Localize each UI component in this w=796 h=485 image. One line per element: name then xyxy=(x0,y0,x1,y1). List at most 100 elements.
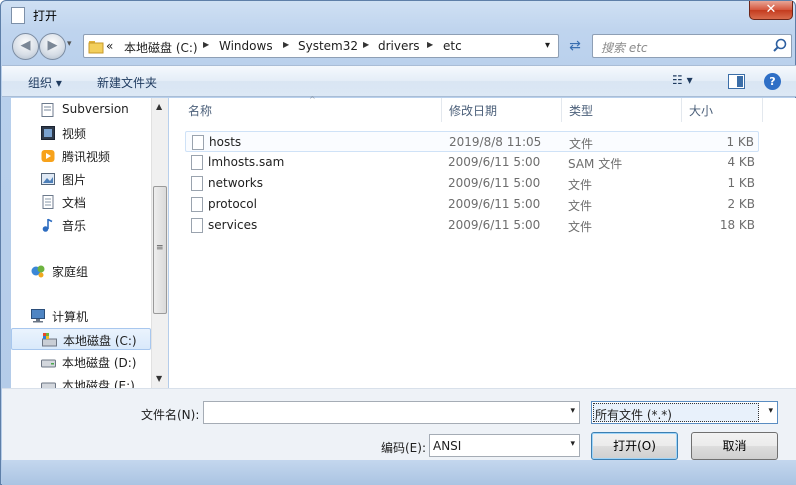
table-row[interactable]: protocol 2009/6/11 5:00 文件 2 KB xyxy=(185,194,759,215)
sidebar-item-documents[interactable]: 文档 xyxy=(11,191,151,213)
folder-icon xyxy=(88,41,104,54)
breadcrumb-drive-c[interactable]: 本地磁盘 (C:) xyxy=(124,39,198,56)
file-type: 文件 xyxy=(568,220,593,234)
sidebar-item-video[interactable]: 视频 xyxy=(11,122,151,144)
file-name: protocol xyxy=(208,197,257,211)
sidebar-item-label: 本地磁盘 (C:) xyxy=(63,334,137,348)
file-type: 文件 xyxy=(568,199,593,213)
encoding-select[interactable]: ANSI ▾ xyxy=(429,434,580,457)
sidebar-item-subversion[interactable]: Subversion xyxy=(11,99,151,121)
column-divider[interactable] xyxy=(762,98,763,122)
navigation-pane-scrollbar[interactable]: ▲ ≡ ▼ xyxy=(151,98,168,388)
file-size: 2 KB xyxy=(727,197,755,211)
back-button[interactable]: ◀ xyxy=(12,33,39,60)
filename-input[interactable]: ▾ xyxy=(203,401,580,424)
file-modified: 2009/6/11 5:00 xyxy=(448,197,541,211)
file-size: 18 KB xyxy=(719,218,755,232)
sidebar-item-drive-c[interactable]: 本地磁盘 (C:) xyxy=(11,328,151,350)
search-box[interactable]: 搜索 etc xyxy=(592,34,792,58)
breadcrumb-drivers[interactable]: drivers xyxy=(378,39,420,53)
encoding-dropdown-arrow[interactable]: ▾ xyxy=(570,439,575,449)
chevron-right-icon[interactable]: ▶ xyxy=(203,40,209,49)
table-row[interactable]: lmhosts.sam 2009/6/11 5:00 SAM 文件 4 KB xyxy=(185,152,759,173)
file-type: 文件 xyxy=(569,137,594,151)
sidebar-item-label: 家庭组 xyxy=(52,265,89,279)
sidebar-item-pictures[interactable]: 图片 xyxy=(11,168,151,190)
sort-ascending-icon: ^ xyxy=(309,95,316,104)
file-modified: 2009/6/11 5:00 xyxy=(448,218,541,232)
sidebar-item-music[interactable]: 音乐 xyxy=(11,214,151,236)
chevron-right-icon[interactable]: ▶ xyxy=(363,40,369,49)
sidebar-item-homegroup[interactable]: 家庭组 xyxy=(11,260,151,282)
sidebar-item-label: 计算机 xyxy=(52,310,89,324)
preview-pane-icon[interactable] xyxy=(728,74,745,89)
file-icon xyxy=(191,155,203,170)
search-placeholder[interactable]: 搜索 etc xyxy=(601,39,648,56)
file-name: networks xyxy=(208,176,263,190)
file-size: 4 KB xyxy=(727,155,755,169)
sidebar-item-label: 文档 xyxy=(62,196,87,210)
file-size: 1 KB xyxy=(727,176,755,190)
column-header-modified[interactable]: 修改日期 xyxy=(449,102,497,119)
filename-label: 文件名(N): xyxy=(141,408,200,422)
column-header-size[interactable]: 大小 xyxy=(689,102,713,119)
file-modified: 2019/8/8 11:05 xyxy=(449,135,542,149)
subversion-icon xyxy=(41,103,54,117)
tencent-video-icon xyxy=(41,150,55,162)
address-dropdown-button[interactable]: ▾ xyxy=(545,40,550,51)
address-bar[interactable]: « 本地磁盘 (C:) ▶ Windows ▶ System32 ▶ drive… xyxy=(83,34,559,58)
refresh-button[interactable]: ⇄ xyxy=(563,34,587,58)
file-icon xyxy=(191,197,203,212)
help-button[interactable]: ? xyxy=(764,73,781,90)
file-type: SAM 文件 xyxy=(568,157,623,171)
column-divider[interactable] xyxy=(441,98,442,122)
recent-pages-dropdown[interactable]: ▾ xyxy=(67,39,72,49)
pictures-icon xyxy=(41,173,55,185)
command-bar: 组织 ▾ 新建文件夹 ☷ ▾ ? xyxy=(2,65,796,97)
scroll-up-button[interactable]: ▲ xyxy=(156,102,162,111)
breadcrumb-overflow[interactable]: « xyxy=(106,39,113,53)
table-row[interactable]: services 2009/6/11 5:00 文件 18 KB xyxy=(185,215,759,236)
open-button[interactable]: 打开(O) xyxy=(591,432,678,460)
view-options-button[interactable]: ☷ ▾ xyxy=(672,73,693,87)
file-type-filter[interactable]: 所有文件 (*.*) ▾ xyxy=(591,401,778,424)
column-header-type[interactable]: 类型 xyxy=(569,102,593,119)
breadcrumb-windows[interactable]: Windows xyxy=(219,39,273,53)
dialog-icon xyxy=(11,7,25,24)
sidebar-item-drive-e[interactable]: 本地磁盘 (E:) xyxy=(11,374,151,388)
breadcrumb-etc[interactable]: etc xyxy=(443,39,462,53)
sidebar-item-label: 本地磁盘 (D:) xyxy=(62,356,137,370)
file-name: hosts xyxy=(209,135,242,149)
documents-icon xyxy=(42,195,54,209)
file-list: ^ 名称 修改日期 类型 大小 hosts 2019/8/8 11:05 文件 … xyxy=(169,95,796,388)
organize-menu[interactable]: 组织 ▾ xyxy=(28,74,62,91)
chevron-right-icon[interactable]: ▶ xyxy=(427,40,433,49)
sidebar-item-computer[interactable]: 计算机 xyxy=(11,305,151,327)
file-modified: 2009/6/11 5:00 xyxy=(448,155,541,169)
column-divider[interactable] xyxy=(561,98,562,122)
scrollbar-thumb[interactable]: ≡ xyxy=(153,186,167,314)
sidebar-item-tencent-video[interactable]: 腾讯视频 xyxy=(11,145,151,167)
search-icon[interactable] xyxy=(773,38,787,52)
table-row[interactable]: hosts 2019/8/8 11:05 文件 1 KB xyxy=(185,131,759,152)
scroll-down-button[interactable]: ▼ xyxy=(156,374,162,383)
dialog-footer-form: 文件名(N): ▾ 所有文件 (*.*) ▾ 编码(E): ANSI ▾ 打开(… xyxy=(2,388,796,460)
breadcrumb-system32[interactable]: System32 xyxy=(298,39,358,53)
forward-button[interactable]: ▶ xyxy=(39,33,66,60)
drive-e-icon xyxy=(41,382,56,388)
chevron-right-icon[interactable]: ▶ xyxy=(283,40,289,49)
column-divider[interactable] xyxy=(681,98,682,122)
close-button[interactable]: ✕ xyxy=(749,1,793,20)
filename-history-arrow[interactable]: ▾ xyxy=(570,406,575,416)
drive-c-icon xyxy=(42,333,57,347)
new-folder-button[interactable]: 新建文件夹 xyxy=(97,74,157,91)
sidebar-item-label: 腾讯视频 xyxy=(62,150,111,164)
column-header-name[interactable]: 名称 xyxy=(188,102,212,119)
dialog-title: 打开 xyxy=(33,9,58,23)
file-type: 文件 xyxy=(568,178,593,192)
cancel-button[interactable]: 取消 xyxy=(691,432,778,460)
video-icon xyxy=(41,126,55,140)
sidebar-item-drive-d[interactable]: 本地磁盘 (D:) xyxy=(11,351,151,373)
filter-dropdown-arrow[interactable]: ▾ xyxy=(768,406,773,416)
table-row[interactable]: networks 2009/6/11 5:00 文件 1 KB xyxy=(185,173,759,194)
